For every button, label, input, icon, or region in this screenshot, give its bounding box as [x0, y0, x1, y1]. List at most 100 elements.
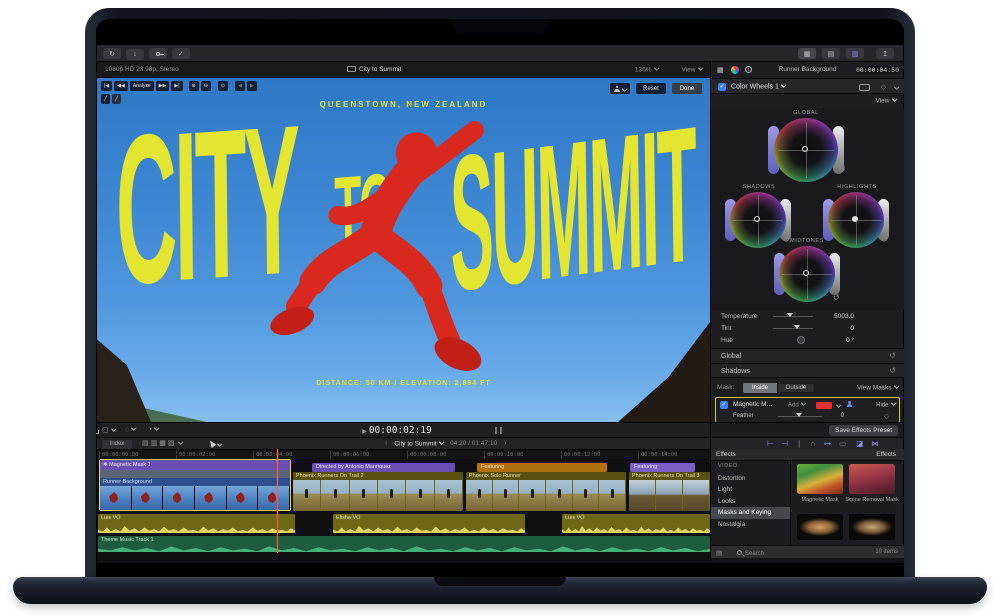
zoom-in-button[interactable]: ⊕ [189, 81, 199, 91]
mask-outside-button[interactable]: Outside [777, 383, 815, 393]
retime-menu[interactable]: ◔ [148, 426, 159, 434]
analyze-button[interactable]: Analyze [130, 81, 154, 91]
back-arrow-icon[interactable]: ‹ [385, 440, 387, 447]
reset-global-icon[interactable]: ↺ [839, 166, 846, 174]
background-tasks-button[interactable]: ✓ [172, 48, 190, 59]
category-video[interactable]: VIDEO [711, 461, 790, 473]
tint-value[interactable]: 0 [814, 325, 854, 332]
category-light[interactable]: Light [711, 484, 790, 496]
forward-arrow-icon[interactable]: › [504, 440, 506, 447]
category-masks-and-keying[interactable]: Masks and Keying [711, 507, 790, 519]
blade-icon[interactable]: ❘ [796, 439, 802, 448]
title-clip-featuring-2[interactable]: Featuring [630, 463, 695, 472]
zoom-out-button[interactable]: ⊖ [201, 81, 211, 91]
timeline-toggle-button[interactable]: ▤ [822, 48, 840, 59]
effect-thumb-scene-removal[interactable] [849, 464, 895, 494]
color-wheel-global[interactable] [774, 118, 838, 182]
next-mask-button[interactable]: ▶ [247, 81, 257, 91]
hue-knob[interactable] [797, 336, 805, 344]
brush-tool-button[interactable]: ╱ [101, 94, 110, 104]
tint-thumb[interactable] [794, 325, 800, 329]
search-input[interactable]: Search [737, 550, 764, 557]
fullscreen-icon[interactable] [96, 426, 99, 434]
feather-thumb[interactable] [796, 413, 802, 417]
insert-edit-icon[interactable]: ⊣ [782, 439, 789, 448]
tint-slider[interactable] [773, 328, 813, 329]
audio-clip-luis-vo-2[interactable]: Luis VO [562, 514, 710, 533]
tool-menu[interactable] [209, 440, 222, 449]
save-effects-preset-button[interactable]: Save Effects Preset [829, 425, 898, 436]
feather-value[interactable]: 0 [828, 413, 844, 419]
temperature-slider[interactable] [773, 316, 813, 317]
mask-enable-checkbox[interactable]: ✓ [720, 401, 728, 409]
chevron-down-icon[interactable] [834, 403, 841, 411]
temperature-thumb[interactable] [787, 313, 793, 317]
effects-browser-icon[interactable]: ◪ [856, 439, 863, 448]
global-section-row[interactable]: Global ↺ [711, 348, 904, 363]
title-clip-directed-by[interactable]: Directed by Antonio Manriquez [312, 463, 455, 472]
reset-midtones-icon[interactable]: ↺ [833, 294, 840, 302]
effect-thumb-vignette-mask[interactable] [797, 514, 843, 540]
go-to-end-button[interactable]: ▶| [171, 81, 182, 91]
zoom-slider-handle[interactable] [495, 427, 497, 434]
clip-phoenix-runners-trail3[interactable]: Phoenix Runners On Trail 3 [629, 472, 710, 511]
mask-inside-button[interactable]: Inside [743, 383, 777, 393]
hue-value[interactable]: 0 ° [814, 337, 854, 344]
timeline-ruler[interactable]: 00:00:00:00 00:00:02:00 00:00:04:00 00:0… [97, 449, 710, 459]
zoom-level-menu[interactable]: 136% [635, 66, 658, 74]
index-button[interactable]: Index [102, 440, 132, 449]
music-clip-theme-track[interactable]: Theme Music Track 1 [98, 536, 710, 552]
sidebar-toggle-icon[interactable]: ▤ [716, 549, 722, 557]
mask-color-swatch[interactable] [816, 402, 832, 409]
color-wheel-shadows[interactable] [730, 192, 786, 248]
step-back-button[interactable]: ◀◀ [114, 81, 128, 91]
screen-icon[interactable] [859, 84, 870, 91]
color-wheel-midtones[interactable] [779, 246, 835, 302]
zoom-slider-handle[interactable] [500, 427, 502, 434]
snapping-icon[interactable]: ▭ [839, 439, 846, 448]
step-forward-button[interactable]: ▶▶ [156, 81, 170, 91]
connect-edit-icon[interactable]: ⊢ [767, 439, 774, 448]
eraser-tool-button[interactable]: ╱ [112, 94, 121, 104]
transitions-browser-icon[interactable]: ⋈ [871, 439, 879, 448]
share-button[interactable]: ↥ [876, 48, 894, 59]
reset-highlights-icon[interactable]: ↺ [881, 236, 888, 244]
reset-icon[interactable]: ↺ [889, 352, 896, 360]
temperature-value[interactable]: 5003.0 [814, 313, 854, 320]
effect-name-menu[interactable]: Color Wheels 1 [731, 83, 785, 91]
keyframe-icon[interactable]: ◇ [881, 83, 886, 91]
reset-icon[interactable]: ↺ [889, 367, 896, 375]
category-nostalgia[interactable]: Nostalgia [711, 519, 790, 531]
browser-toggle-button[interactable]: ▦ [798, 48, 816, 59]
go-to-start-button[interactable]: |◀ [101, 81, 112, 91]
download-button[interactable]: ↓ [126, 49, 144, 60]
viewer-canvas[interactable]: CITY TO SUMMIT [97, 78, 710, 422]
playhead[interactable] [277, 449, 278, 553]
title-clip-featuring[interactable]: Featuring [477, 463, 607, 472]
headphones-icon[interactable]: ∩ [810, 439, 815, 448]
view-masks-menu[interactable]: View Masks [857, 384, 898, 392]
magnetic-mask-bar[interactable]: ✱ Magnetic Mask 1 [100, 460, 290, 470]
subject-select-button[interactable] [610, 83, 630, 94]
mask-add-menu[interactable]: Add [788, 401, 805, 409]
magnetic-mask-item[interactable]: ✓ Magnetic M... Add Hide Feather 0 ◇ [715, 397, 900, 423]
done-button[interactable]: Done [672, 83, 702, 94]
clip-appearance-icons[interactable]: ▤▥▦▧ [142, 439, 183, 447]
prev-mask-button[interactable]: ◀ [235, 81, 245, 91]
clip-phoenix-runners-trail2[interactable]: Phoenix Runners On Trail 2 [293, 472, 463, 511]
keyframe-icon[interactable]: ◇ [884, 412, 889, 420]
effect-thumb-shape-mask[interactable] [849, 514, 895, 540]
timeline-project-menu[interactable]: City to Summit [394, 440, 443, 448]
category-looks[interactable]: Looks [711, 496, 790, 508]
effect-enable-checkbox[interactable]: ✓ [718, 83, 726, 91]
shadows-section-row[interactable]: Shadows ↺ [711, 363, 904, 378]
audio-clip-luis-vo[interactable]: Luis VO [98, 514, 295, 533]
media-import-button[interactable]: ↻ [103, 48, 121, 59]
audio-skimming-icon[interactable]: ⊶ [824, 439, 832, 448]
effects-menu[interactable]: ◌ [125, 426, 136, 434]
view-menu[interactable]: View [682, 66, 702, 74]
chevron-down-icon[interactable] [892, 85, 899, 93]
mask-hide-menu[interactable]: Hide [876, 401, 895, 409]
reset-button[interactable]: Reset [636, 83, 666, 94]
keyword-button[interactable] [149, 48, 167, 59]
